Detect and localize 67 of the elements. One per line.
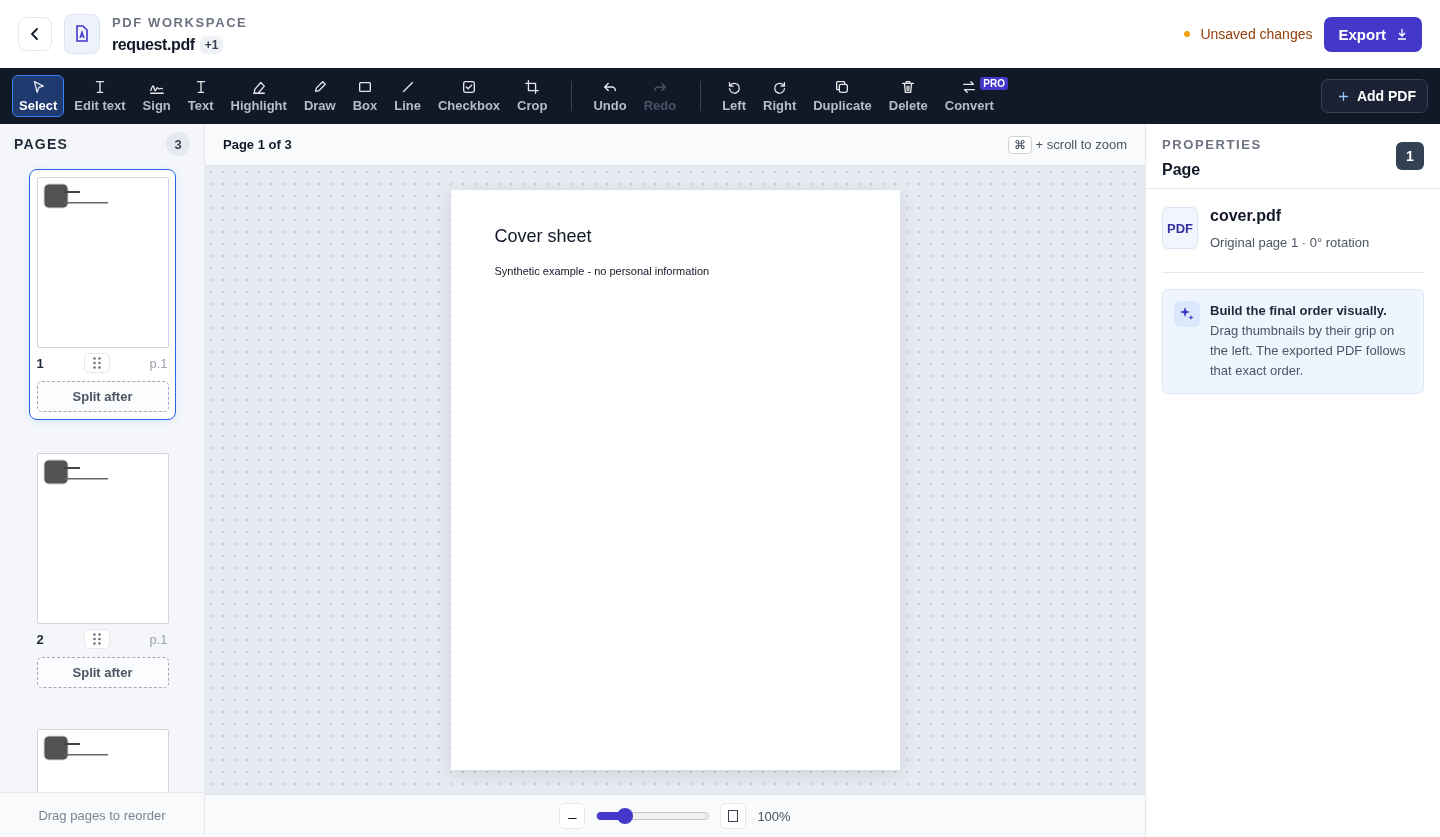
toolbar-tool[interactable]: Draw bbox=[296, 75, 343, 117]
toolbar-tool[interactable]: PRO Convert bbox=[937, 75, 1009, 117]
page-number: 2 bbox=[36, 631, 44, 647]
drag-grip-icon[interactable] bbox=[83, 353, 110, 373]
extra-files-badge: +1 bbox=[199, 35, 224, 54]
toolbar-tool[interactable]: Select bbox=[12, 75, 65, 117]
panel-title: Page bbox=[1162, 161, 1202, 179]
page-count-badge: 3 bbox=[166, 132, 190, 156]
rotate-right-icon bbox=[771, 79, 788, 95]
pro-badge: PRO bbox=[980, 77, 1008, 90]
sparkle-icon bbox=[1174, 301, 1200, 327]
source-page-label: p.1 bbox=[149, 631, 168, 647]
back-button[interactable] bbox=[18, 17, 52, 51]
command-key: ⌘ bbox=[1007, 135, 1032, 154]
page-icon bbox=[728, 810, 739, 822]
pdf-file-icon: PDF bbox=[1162, 207, 1198, 249]
download-icon bbox=[1396, 28, 1408, 40]
status-dot bbox=[1184, 31, 1191, 37]
checkbox-icon bbox=[461, 79, 478, 95]
toolbar-tool[interactable]: Crop bbox=[510, 75, 555, 117]
page-number: 1 bbox=[36, 355, 44, 371]
page-card[interactable]: 1 p.1 Split after bbox=[28, 169, 176, 420]
toolbar-tool[interactable]: Highlight bbox=[223, 75, 294, 117]
document-icon bbox=[64, 14, 100, 54]
workspace-label: PDF WORKSPACE bbox=[112, 14, 248, 30]
export-button[interactable]: Export bbox=[1324, 16, 1422, 52]
toolbar-tool[interactable]: Right bbox=[756, 75, 804, 117]
toolbar-tool[interactable]: Delete bbox=[881, 75, 935, 117]
tip-text: Build the final order visually. Drag thumbnails by their grip on the left. The exported PDF follows that exact order. bbox=[1210, 302, 1407, 380]
box-icon bbox=[356, 79, 373, 95]
page-indicator: Page 1 of 3 bbox=[223, 137, 292, 152]
page-badge: 1 bbox=[1396, 142, 1424, 170]
source-file-details: Original page 1 · 0° rotation bbox=[1210, 235, 1370, 250]
properties-label: PROPERTIES bbox=[1162, 137, 1262, 152]
toolbar-tool[interactable]: Edit text bbox=[67, 75, 133, 117]
file-name: request.pdf bbox=[112, 35, 195, 54]
source-page-label: p.1 bbox=[149, 355, 168, 371]
duplicate-icon bbox=[834, 79, 851, 95]
plus-icon bbox=[1337, 90, 1349, 102]
page-card[interactable]: 2 p.1 Split after bbox=[28, 445, 176, 696]
unsaved-status: Unsaved changes bbox=[1200, 26, 1313, 42]
convert-icon bbox=[961, 79, 978, 95]
document-title: Cover sheet bbox=[494, 226, 592, 247]
zoom-hint: + scroll to zoom bbox=[1035, 137, 1127, 152]
crop-icon bbox=[524, 79, 541, 95]
rotate-left-icon bbox=[726, 79, 743, 95]
toolbar-tool[interactable]: Undo bbox=[586, 75, 634, 117]
zoom-out-button[interactable]: – bbox=[559, 803, 586, 829]
source-file-name: cover.pdf bbox=[1210, 207, 1283, 225]
pages-title: PAGES bbox=[14, 136, 68, 152]
toolbar-tool[interactable]: Left bbox=[715, 75, 753, 117]
drag-grip-icon[interactable] bbox=[83, 629, 110, 649]
toolbar-tool[interactable]: Line bbox=[387, 75, 428, 117]
split-after-button[interactable]: Split after bbox=[36, 381, 169, 412]
document-text: Synthetic example - no personal information bbox=[494, 265, 710, 277]
add-pdf-button[interactable]: Add PDF bbox=[1320, 79, 1428, 113]
zoom-level: 100% bbox=[757, 808, 791, 824]
toolbar-tool[interactable]: Text bbox=[180, 75, 221, 117]
delete-icon bbox=[900, 79, 917, 95]
toolbar-tool[interactable]: Sign bbox=[135, 75, 178, 117]
split-after-button[interactable]: Split after bbox=[36, 657, 169, 688]
toolbar-tool[interactable]: Duplicate bbox=[806, 75, 879, 117]
fit-page-button[interactable] bbox=[720, 803, 747, 829]
toolbar-tool[interactable]: Box bbox=[345, 75, 385, 117]
toolbar-tool[interactable]: Checkbox bbox=[430, 75, 508, 117]
reorder-hint: Drag pages to reorder bbox=[0, 792, 204, 837]
highlight-icon bbox=[250, 79, 267, 95]
